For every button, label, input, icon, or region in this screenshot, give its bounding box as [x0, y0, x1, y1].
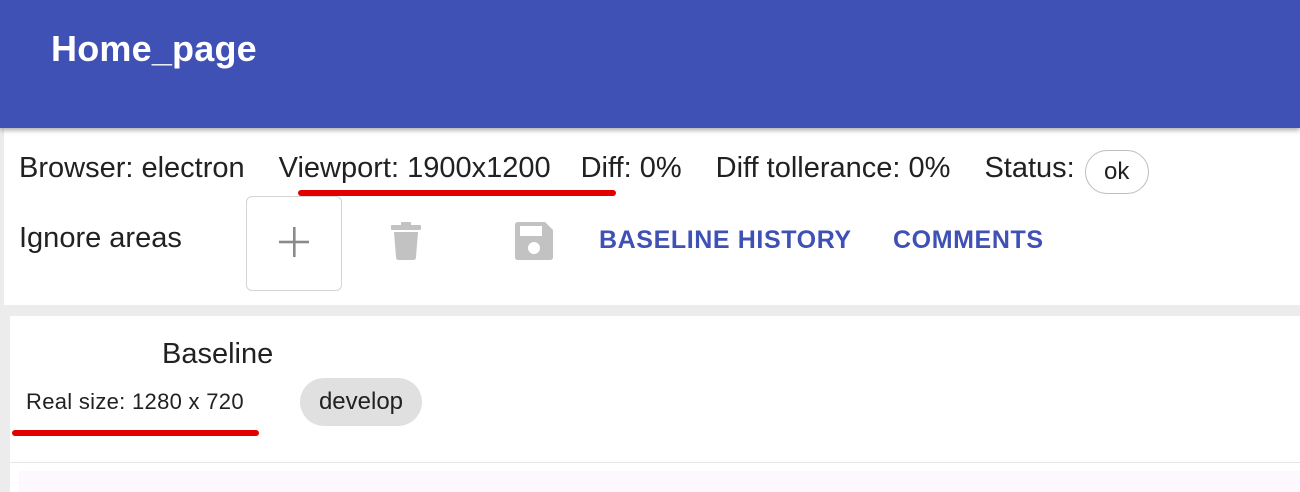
baseline-title: Baseline — [162, 338, 274, 370]
baseline-image — [19, 471, 1300, 492]
ignore-areas-toolbar: Ignore areas BASELINE HISTORY COMMENTS — [19, 194, 1259, 294]
viewport-info: Viewport: 1900x1200 — [278, 151, 551, 184]
baseline-real-size: Real size: 1280 x 720 — [26, 389, 244, 414]
baseline-panel: Baseline Real size: 1280 x 720 develop — [10, 316, 1300, 462]
baseline-image-area — [10, 462, 1300, 492]
status-label: Status: — [984, 151, 1075, 184]
ignore-areas-label: Ignore areas — [19, 222, 182, 254]
comments-button[interactable]: COMMENTS — [893, 226, 1044, 255]
delete-ignore-area-button[interactable] — [383, 220, 429, 266]
branch-chip: develop — [300, 378, 422, 426]
add-ignore-area-button[interactable] — [246, 196, 342, 291]
floppy-disk-icon — [515, 221, 553, 265]
trash-icon — [391, 221, 421, 265]
save-ignore-areas-button[interactable] — [511, 220, 557, 266]
plus-icon — [277, 225, 311, 262]
diff-info: Diff: 0% — [580, 151, 682, 184]
test-info-panel: Browser: electron Viewport: 1900x1200 Di… — [4, 128, 1300, 305]
browser-info: Browser: electron — [19, 151, 245, 184]
status-badge: ok — [1084, 150, 1149, 194]
page-title: Home_page — [51, 28, 257, 69]
test-run-details-page: Home_page Browser: electron Viewport: 19… — [0, 0, 1300, 492]
real-size-highlight-mark — [12, 430, 259, 436]
baseline-history-button[interactable]: BASELINE HISTORY — [599, 226, 852, 255]
viewport-highlight-mark — [298, 190, 616, 196]
test-info-row: Browser: electron Viewport: 1900x1200 Di… — [19, 146, 1149, 194]
diff-tolerance-info: Diff tollerance: 0% — [715, 151, 951, 184]
app-bar: Home_page — [0, 0, 1300, 128]
